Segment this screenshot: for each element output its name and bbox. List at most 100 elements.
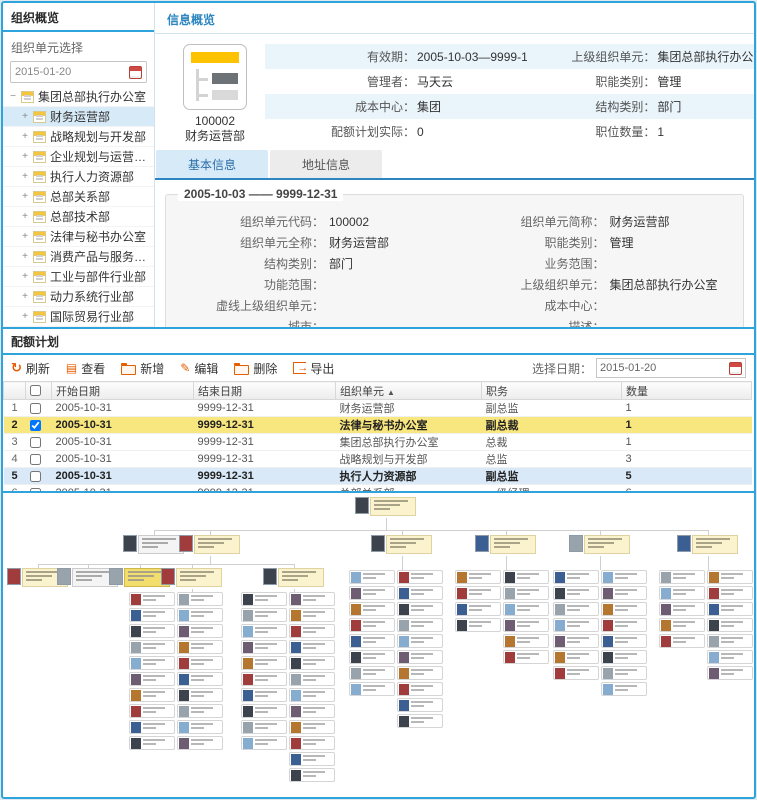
table-row[interactable]: 32005-10-319999-12-31集团总部执行办公室总裁1 — [4, 434, 752, 451]
org-mini-card[interactable] — [601, 682, 647, 696]
tree-node[interactable]: +法律与秘书办公室 — [3, 227, 154, 247]
org-mini-card[interactable] — [177, 592, 223, 606]
org-mini-card[interactable] — [177, 624, 223, 638]
org-mini-card[interactable] — [129, 624, 175, 638]
org-mini-card[interactable] — [129, 640, 175, 654]
org-mini-card[interactable] — [129, 592, 175, 606]
column-header[interactable]: 组织单元▲ — [336, 382, 482, 400]
table-row[interactable]: 12005-10-319999-12-31财务运营部副总监1 — [4, 400, 752, 417]
org-mini-card[interactable] — [397, 698, 443, 712]
org-mini-card[interactable] — [601, 634, 647, 648]
org-mini-card[interactable] — [349, 666, 395, 680]
expand-toggle[interactable]: + — [21, 271, 29, 282]
row-checkbox[interactable] — [30, 437, 41, 448]
org-mini-card[interactable] — [177, 704, 223, 718]
org-mini-card[interactable] — [349, 634, 395, 648]
org-mini-card[interactable] — [129, 672, 175, 686]
org-mini-card[interactable] — [289, 768, 335, 782]
expand-toggle[interactable]: + — [21, 111, 29, 122]
org-mini-card[interactable] — [503, 618, 549, 632]
tree-node[interactable]: +消费产品与服务行业部 — [3, 247, 154, 267]
tab-basic-info[interactable]: 基本信息 — [156, 150, 268, 178]
org-mini-card[interactable] — [177, 672, 223, 686]
row-checkbox[interactable] — [30, 420, 41, 431]
org-mini-card[interactable] — [289, 624, 335, 638]
org-mini-card[interactable] — [177, 656, 223, 670]
org-mini-card[interactable] — [601, 586, 647, 600]
column-header[interactable]: 开始日期 — [52, 382, 194, 400]
org-mini-card[interactable] — [397, 570, 443, 584]
edit-button[interactable]: 编辑 — [180, 360, 218, 377]
org-mini-card[interactable] — [553, 650, 599, 664]
org-mini-card[interactable] — [659, 634, 705, 648]
org-mini-card[interactable] — [397, 602, 443, 616]
tree-node[interactable]: +战略规划与开发部 — [3, 127, 154, 147]
org-chart-root-node[interactable] — [355, 497, 416, 516]
org-mini-card[interactable] — [289, 752, 335, 766]
org-mini-card[interactable] — [241, 624, 287, 638]
org-chart-node[interactable] — [371, 535, 432, 554]
tree-node[interactable]: +国际贸易行业部 — [3, 307, 154, 327]
org-mini-card[interactable] — [289, 656, 335, 670]
org-mini-card[interactable] — [553, 666, 599, 680]
sidebar-date-picker[interactable]: 2015-01-20 — [10, 61, 147, 83]
expand-toggle[interactable]: + — [21, 251, 29, 262]
org-mini-card[interactable] — [455, 602, 501, 616]
org-mini-card[interactable] — [177, 608, 223, 622]
tree-node[interactable]: +企业规划与运营服务部 — [3, 147, 154, 167]
org-mini-card[interactable] — [289, 592, 335, 606]
org-mini-card[interactable] — [503, 586, 549, 600]
org-mini-card[interactable] — [553, 618, 599, 632]
org-mini-card[interactable] — [129, 688, 175, 702]
org-mini-card[interactable] — [601, 618, 647, 632]
expand-toggle[interactable]: + — [21, 151, 29, 162]
row-checkbox[interactable] — [30, 454, 41, 465]
export-button[interactable]: 导出 — [293, 360, 334, 377]
column-header[interactable]: 结束日期 — [194, 382, 336, 400]
org-mini-card[interactable] — [241, 656, 287, 670]
refresh-button[interactable]: 刷新 — [11, 360, 50, 377]
org-mini-card[interactable] — [241, 704, 287, 718]
org-mini-card[interactable] — [707, 650, 753, 664]
tree-node[interactable]: +财务运营部 — [3, 107, 154, 127]
org-mini-card[interactable] — [601, 602, 647, 616]
org-mini-card[interactable] — [397, 666, 443, 680]
table-row[interactable]: 42005-10-319999-12-31战略规划与开发部总监3 — [4, 451, 752, 468]
org-mini-card[interactable] — [241, 608, 287, 622]
org-mini-card[interactable] — [601, 650, 647, 664]
date-filter-input[interactable]: 2015-01-20 — [596, 358, 746, 378]
org-mini-card[interactable] — [289, 608, 335, 622]
org-mini-card[interactable] — [503, 634, 549, 648]
org-mini-card[interactable] — [455, 586, 501, 600]
table-row[interactable]: 62005-10-319999-12-31总部关系部一级经理6 — [4, 485, 752, 494]
org-mini-card[interactable] — [503, 570, 549, 584]
org-mini-card[interactable] — [707, 634, 753, 648]
org-mini-card[interactable] — [241, 672, 287, 686]
org-chart-node[interactable] — [161, 568, 222, 587]
org-mini-card[interactable] — [397, 618, 443, 632]
column-header[interactable]: 职务 — [482, 382, 622, 400]
expand-toggle[interactable]: + — [21, 231, 29, 242]
expand-toggle[interactable]: + — [21, 191, 29, 202]
tree-node[interactable]: +动力系统行业部 — [3, 287, 154, 307]
org-mini-card[interactable] — [707, 602, 753, 616]
calendar-icon[interactable] — [729, 362, 742, 375]
org-mini-card[interactable] — [289, 736, 335, 750]
collapse-toggle[interactable]: − — [9, 91, 17, 102]
org-mini-card[interactable] — [129, 656, 175, 670]
org-mini-card[interactable] — [397, 586, 443, 600]
org-mini-card[interactable] — [349, 682, 395, 696]
org-mini-card[interactable] — [707, 666, 753, 680]
org-mini-card[interactable] — [707, 570, 753, 584]
org-mini-card[interactable] — [349, 570, 395, 584]
row-checkbox[interactable] — [30, 403, 41, 414]
org-mini-card[interactable] — [553, 634, 599, 648]
org-mini-card[interactable] — [177, 640, 223, 654]
org-mini-card[interactable] — [289, 688, 335, 702]
org-mini-card[interactable] — [289, 720, 335, 734]
table-row[interactable]: 22005-10-319999-12-31法律与秘书办公室副总裁1 — [4, 417, 752, 434]
org-mini-card[interactable] — [503, 650, 549, 664]
org-chart-node[interactable] — [179, 535, 240, 554]
tree-node[interactable]: +总部技术部 — [3, 207, 154, 227]
org-mini-card[interactable] — [397, 682, 443, 696]
